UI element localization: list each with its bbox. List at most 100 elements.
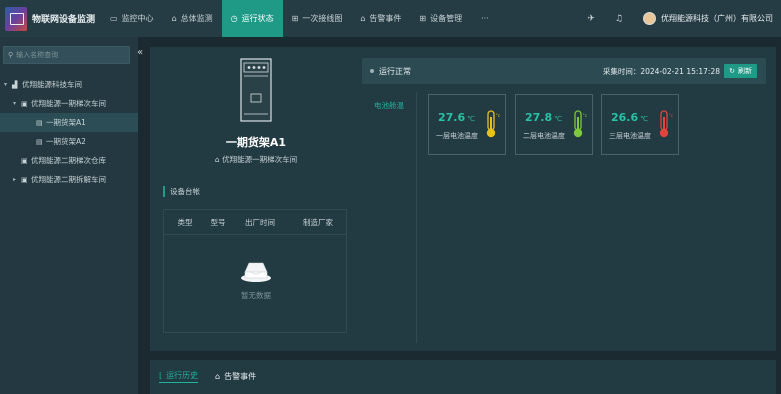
home-icon: ⌂	[214, 155, 223, 164]
nav-item-wiring-diagram[interactable]: ⊞ 一次接线图	[283, 0, 352, 37]
tab-run-history[interactable]: ⌊ 运行历史	[159, 369, 199, 383]
tree-node-label: 优翔能源二期拆解车间	[31, 175, 106, 184]
nav-label: 设备管理	[430, 14, 463, 23]
sensor-value-number: 27.6	[438, 111, 466, 124]
tree-node-shelf-a2[interactable]: ▤ 一期货架A2	[0, 132, 138, 151]
device-location-text: 优翔能源一期梯次车间	[222, 155, 298, 164]
building-icon: ▣	[21, 99, 28, 108]
rocket-icon[interactable]: ✈	[587, 14, 595, 24]
main-nav: ▭ 监控中心 ⌂ 总体监测 ◷ 运行状态 ⊞ 一次接线图 ⌂ 告警事件 ⊞ 设备…	[101, 0, 499, 37]
thermometer-icon: °c	[573, 110, 588, 138]
chart-icon: ▟	[12, 80, 18, 89]
battery-cabinet-image	[240, 58, 272, 122]
tree-node-phase1-workshop[interactable]: ▾ ▣ 优翔能源一期梯次车间	[0, 94, 138, 113]
caret-right-icon[interactable]: ▸	[13, 176, 21, 183]
nav-item-alarm-events[interactable]: ⌂ 告警事件	[351, 0, 410, 37]
nav-item-monitor-center[interactable]: ▭ 监控中心	[101, 0, 163, 37]
ledger-title: 设备台帐	[163, 186, 200, 197]
collapse-sidebar-icon[interactable]: «	[137, 47, 147, 61]
alarm-icon: ⌂	[215, 371, 221, 381]
sensor-label: 一层电池温度	[436, 132, 478, 140]
app-title: 物联网设备监测	[32, 15, 96, 25]
tab-alarm-events[interactable]: ⌂ 告警事件	[215, 369, 256, 383]
file-icon: ▤	[36, 137, 43, 146]
file-icon: ▤	[36, 118, 43, 127]
top-right-tools: ✈ ♫ 优翔能源科技（广州）有限公司	[587, 0, 773, 37]
nav-item-overall[interactable]: ⌂ 总体监测	[163, 0, 222, 37]
company-name[interactable]: 优翔能源科技（广州）有限公司	[661, 13, 773, 24]
tree-node-label: 优翔能源一期梯次车间	[31, 99, 106, 108]
empty-text: 暂无数据	[241, 291, 271, 300]
caret-down-icon[interactable]: ▾	[4, 81, 12, 88]
empty-state: 暂无数据	[164, 258, 348, 301]
thermometer-icon: °c	[486, 110, 501, 138]
building-icon: ▣	[21, 156, 28, 165]
sensor-label: 三层电池温度	[609, 132, 651, 140]
clock-icon: ◷	[230, 14, 238, 23]
search-icon: ⚲	[8, 51, 14, 59]
building-icon: ▣	[21, 175, 28, 184]
device-name: 一期货架A1	[225, 136, 287, 149]
svg-text:°c: °c	[583, 113, 588, 119]
top-bar: 物联网设备监测 ▭ 监控中心 ⌂ 总体监测 ◷ 运行状态 ⊞ 一次接线图 ⌂ 告…	[0, 0, 781, 37]
tree-node-label: 一期货架A1	[46, 118, 86, 127]
nav-label: 告警事件	[369, 14, 402, 23]
tab-label: 运行历史	[166, 371, 199, 380]
sensor-value: 27.8 ℃	[525, 111, 562, 124]
refresh-icon: ↻	[729, 67, 735, 75]
collect-time: 采集时间：2024-02-21 15:17:28	[602, 66, 720, 76]
side-tab-panel: 电池舱温	[363, 92, 417, 343]
line-chart-icon: ⌊	[159, 371, 163, 380]
status-text: 运行正常	[379, 66, 411, 76]
sensor-value: 26.6 ℃	[611, 111, 648, 124]
sensor-unit: ℃	[467, 115, 476, 123]
sensor-label: 二层电池温度	[523, 132, 565, 140]
tree-node-label: 一期货架A2	[46, 137, 86, 146]
empty-box-icon	[241, 262, 271, 282]
tab-battery-temp[interactable]: 电池舱温	[374, 100, 404, 111]
sensor-value-number: 26.6	[611, 111, 639, 124]
sensor-value: 27.6 ℃	[438, 111, 475, 124]
bell-icon[interactable]: ♫	[615, 14, 623, 24]
nav-item-running-status[interactable]: ◷ 运行状态	[221, 0, 283, 37]
nav-more-button[interactable]: ···	[471, 0, 499, 37]
status-dot-icon	[370, 69, 374, 73]
alarm-icon: ⌂	[360, 14, 366, 23]
location-tree: ▾ ▟ 优翔能源科技车间 ▾ ▣ 优翔能源一期梯次车间 ▤ 一期货架A1 ▤ 一…	[0, 75, 138, 189]
caret-down-icon[interactable]: ▾	[13, 100, 21, 107]
avatar[interactable]	[643, 12, 656, 25]
svg-text:°c: °c	[496, 113, 501, 119]
nav-label: 运行状态	[241, 14, 274, 23]
refresh-button[interactable]: ↻ 刷新	[724, 64, 757, 78]
tree-node-workshop[interactable]: ▾ ▟ 优翔能源科技车间	[0, 75, 138, 94]
ledger-header-row: 类型 型号 出厂时间 制造厂家	[164, 210, 346, 235]
tree-node-phase2-warehouse[interactable]: ▣ 优翔能源二期梯次仓库	[0, 151, 138, 170]
search-box: ⚲	[3, 46, 130, 64]
sidebar: ⚲ ▾ ▟ 优翔能源科技车间 ▾ ▣ 优翔能源一期梯次车间 ▤ 一期货架A1 ▤…	[0, 37, 138, 394]
tree-node-label: 优翔能源二期梯次仓库	[31, 156, 106, 165]
sensor-card: 27.8 ℃ 二层电池温度 °c	[515, 94, 593, 155]
tree-node-phase2-dismantle[interactable]: ▸ ▣ 优翔能源二期拆解车间	[0, 170, 138, 189]
bank-icon: ⊞	[291, 14, 299, 23]
ledger-col-date: 出厂时间	[245, 217, 275, 227]
tree-node-shelf-a1[interactable]: ▤ 一期货架A1	[0, 113, 138, 132]
tree-node-label: 优翔能源科技车间	[22, 80, 82, 89]
ledger-col-type: 类型	[177, 217, 193, 227]
bank-icon: ⊞	[419, 14, 427, 23]
app-logo	[5, 6, 27, 31]
home-icon: ⌂	[171, 14, 177, 23]
bottom-panel: ⌊ 运行历史 ⌂ 告警事件	[150, 360, 776, 394]
ledger-table: 类型 型号 出厂时间 制造厂家 暂无数据	[163, 209, 347, 333]
nav-item-device-management[interactable]: ⊞ 设备管理	[410, 0, 471, 37]
ledger-col-maker: 制造厂家	[303, 217, 333, 227]
svg-text:°c: °c	[669, 113, 674, 119]
refresh-label: 刷新	[738, 67, 752, 75]
search-input[interactable]	[16, 51, 127, 59]
nav-label: 监控中心	[121, 14, 154, 23]
thermometer-icon: °c	[659, 110, 674, 138]
sensor-card: 27.6 ℃ 一层电池温度 °c	[428, 94, 506, 155]
sensor-unit: ℃	[640, 115, 649, 123]
sensor-unit: ℃	[554, 115, 563, 123]
sensor-value-number: 27.8	[525, 111, 553, 124]
sensor-card: 26.6 ℃ 三层电池温度 °c	[601, 94, 679, 155]
